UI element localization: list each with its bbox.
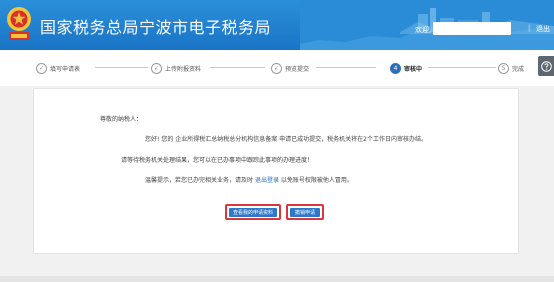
question-icon (540, 60, 552, 72)
step-fill-application: ✓ 填写申请表 (36, 62, 83, 74)
step-connector (95, 67, 148, 68)
step-under-review: 4 审核中 (390, 62, 425, 74)
reminder-text: 温馨提示，若您已办完相关业务，请及时 (145, 177, 254, 184)
header-divider: | (528, 24, 531, 32)
step-complete: 5 完成 (498, 62, 527, 74)
reminder-text: 以免账号权限被他人冒用。 (280, 177, 353, 184)
step-label: 完成 (512, 63, 527, 73)
greeting-text: 尊敬的纳税人： (100, 116, 143, 123)
step-upload-materials: ✓ 上传附报资料 (151, 62, 204, 74)
step-connector (428, 67, 496, 68)
step-connector (210, 67, 265, 68)
result-card (33, 88, 519, 254)
step-preview-submit: ✓ 预览提交 (271, 62, 312, 74)
step-label: 审核中 (404, 63, 425, 73)
submission-message: 您好! 您的 企业所得税汇总纳税总分机构信息备案 申请已成功提交，税务机关将在2… (145, 136, 427, 143)
page-header: 国家税务总局宁波市电子税务局 欢迎, | 退出 (0, 0, 554, 50)
view-my-application-button[interactable]: 查看我的申请资料 (229, 208, 277, 217)
withdraw-application-button[interactable]: 撤销申请 (290, 208, 320, 217)
step-connector (316, 67, 376, 68)
welcome-text: 欢迎, (415, 26, 432, 34)
logout-link[interactable]: 退出登录 (255, 177, 279, 184)
page-footer (0, 276, 554, 282)
logout-reminder: 温馨提示，若您已办完相关业务，请及时 退出登录 以免账号权限被他人冒用。 (145, 175, 353, 184)
step-label: 填写申请表 (50, 63, 83, 73)
step-label: 预览提交 (285, 63, 312, 73)
step-number: 5 (498, 62, 509, 74)
site-title: 国家税务总局宁波市电子税务局 (40, 18, 272, 37)
step-number: 4 (390, 62, 401, 74)
help-button[interactable] (538, 56, 554, 76)
check-icon: ✓ (36, 62, 47, 74)
username-display (433, 22, 511, 35)
step-label: 上传附报资料 (165, 63, 204, 73)
check-icon: ✓ (271, 62, 282, 74)
check-icon: ✓ (151, 62, 162, 74)
header-logout-link[interactable]: 退出 (536, 24, 550, 34)
wait-result-message: 请等待税务机关处理结果，您可以在已办事项中跟踪此事项的办理进度！ (121, 157, 314, 164)
tax-emblem-icon (7, 7, 31, 40)
